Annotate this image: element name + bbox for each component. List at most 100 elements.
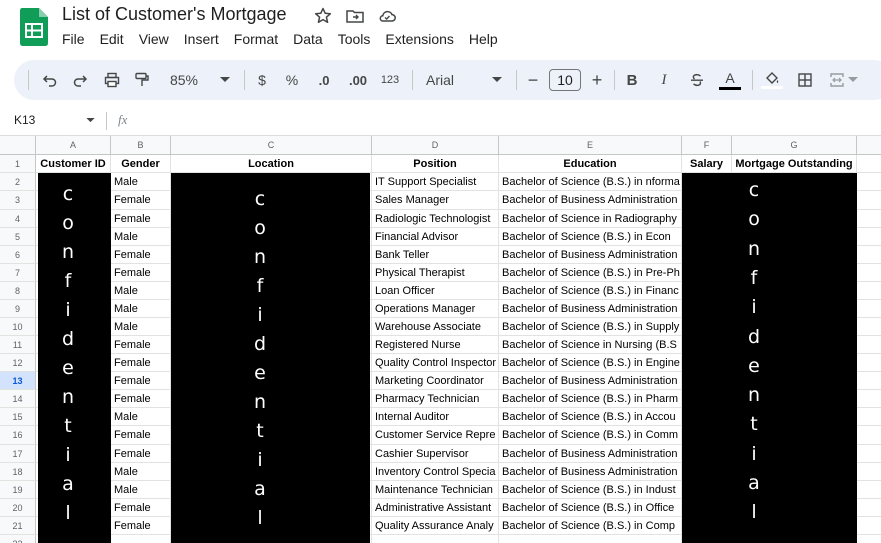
header-cell-g[interactable]: Mortgage Outstanding — [732, 155, 857, 173]
table-cell[interactable]: Male — [111, 228, 171, 246]
table-cell[interactable]: Female — [111, 372, 171, 390]
row-header-13[interactable]: 13 — [0, 372, 36, 390]
column-header-d[interactable]: D — [372, 136, 499, 155]
increase-decimal-button[interactable]: .00 — [344, 60, 372, 100]
paint-format-button[interactable] — [130, 60, 154, 100]
table-cell[interactable]: Female — [111, 246, 171, 264]
table-cell[interactable]: Male — [111, 318, 171, 336]
merge-cells-button[interactable] — [826, 60, 860, 100]
header-cell-e[interactable]: Education — [499, 155, 682, 173]
row-header-14[interactable]: 14 — [0, 390, 36, 408]
table-cell[interactable]: Bachelor of Science (B.S.) in Comp — [499, 517, 682, 535]
select-all-corner[interactable] — [0, 136, 36, 155]
undo-button[interactable] — [38, 60, 62, 100]
table-cell[interactable]: Bachelor of Science (B.S.) in Pharm — [499, 390, 682, 408]
header-cell-a[interactable]: Customer ID — [36, 155, 111, 173]
table-cell[interactable]: Quality Assurance Analy — [372, 517, 499, 535]
row-header-11[interactable]: 11 — [0, 336, 36, 354]
row-header-5[interactable]: 5 — [0, 228, 36, 246]
table-cell[interactable]: Female — [111, 264, 171, 282]
table-cell[interactable] — [857, 535, 881, 543]
table-cell[interactable]: Female — [111, 445, 171, 463]
table-cell[interactable] — [857, 264, 881, 282]
document-title[interactable]: List of Customer's Mortgage — [62, 4, 287, 25]
column-header-c[interactable]: C — [171, 136, 372, 155]
table-cell[interactable]: Female — [111, 354, 171, 372]
header-cell-f[interactable]: Salary — [682, 155, 732, 173]
table-cell[interactable] — [857, 390, 881, 408]
row-header-19[interactable]: 19 — [0, 481, 36, 499]
currency-format-button[interactable]: $ — [252, 60, 272, 100]
table-cell[interactable] — [857, 481, 881, 499]
row-header-8[interactable]: 8 — [0, 282, 36, 300]
table-cell[interactable] — [857, 408, 881, 426]
row-header-7[interactable]: 7 — [0, 264, 36, 282]
table-cell[interactable] — [857, 173, 881, 191]
cloud-saved-icon[interactable] — [377, 6, 397, 26]
name-box[interactable]: K13 — [14, 113, 96, 129]
font-dropdown-icon[interactable] — [490, 60, 504, 100]
text-color-button[interactable]: A — [718, 60, 742, 100]
decrease-font-size-button[interactable]: − — [524, 60, 542, 100]
table-cell[interactable] — [857, 354, 881, 372]
table-cell[interactable]: Quality Control Inspector — [372, 354, 499, 372]
table-cell[interactable]: Bachelor of Science (B.S.) in Supply — [499, 318, 682, 336]
table-cell[interactable]: Operations Manager — [372, 300, 499, 318]
column-header-f[interactable]: F — [682, 136, 732, 155]
move-to-folder-icon[interactable] — [345, 6, 365, 26]
table-cell[interactable]: Female — [111, 336, 171, 354]
table-cell[interactable] — [857, 318, 881, 336]
table-cell[interactable] — [857, 499, 881, 517]
table-cell[interactable]: Male — [111, 282, 171, 300]
sheets-logo-icon[interactable] — [20, 8, 48, 46]
header-cell-c[interactable]: Location — [171, 155, 372, 173]
table-cell[interactable] — [372, 535, 499, 543]
zoom-select[interactable]: 85% — [164, 60, 204, 100]
menu-tools[interactable]: Tools — [338, 31, 371, 51]
table-cell[interactable]: Bachelor of Science (B.S.) in Office — [499, 499, 682, 517]
table-cell[interactable] — [857, 282, 881, 300]
row-header-22[interactable]: 22 — [0, 535, 36, 543]
font-size-input-wrap[interactable]: 10 — [548, 60, 582, 100]
row-header-20[interactable]: 20 — [0, 499, 36, 517]
row-header-12[interactable]: 12 — [0, 354, 36, 372]
table-cell[interactable]: IT Support Specialist — [372, 173, 499, 191]
menu-format[interactable]: Format — [234, 31, 278, 51]
strikethrough-button[interactable] — [686, 60, 708, 100]
table-cell[interactable] — [857, 191, 881, 210]
table-cell[interactable]: Inventory Control Specia — [372, 463, 499, 481]
row-header-10[interactable]: 10 — [0, 318, 36, 336]
redo-button[interactable] — [68, 60, 92, 100]
table-cell[interactable] — [857, 228, 881, 246]
table-cell[interactable]: Radiologic Technologist — [372, 210, 499, 228]
table-cell[interactable]: Administrative Assistant — [372, 499, 499, 517]
table-cell[interactable]: Warehouse Associate — [372, 318, 499, 336]
borders-button[interactable] — [794, 60, 816, 100]
table-cell[interactable] — [857, 336, 881, 354]
table-cell[interactable]: Female — [111, 499, 171, 517]
star-icon[interactable] — [313, 6, 333, 26]
table-cell[interactable]: Marketing Coordinator — [372, 372, 499, 390]
row-header-2[interactable]: 2 — [0, 173, 36, 191]
table-cell[interactable] — [857, 517, 881, 535]
table-cell[interactable]: Bachelor of Business Administration — [499, 372, 682, 390]
table-cell[interactable]: Bachelor of Science (B.S.) in Pre-Ph — [499, 264, 682, 282]
table-cell[interactable]: Bachelor of Science in Radiography — [499, 210, 682, 228]
print-button[interactable] — [100, 60, 124, 100]
row-header-1[interactable]: 1 — [0, 155, 36, 173]
table-cell[interactable]: Male — [111, 173, 171, 191]
table-cell[interactable]: Bachelor of Science (B.S.) in Econ — [499, 228, 682, 246]
menu-data[interactable]: Data — [293, 31, 323, 51]
table-cell[interactable] — [857, 426, 881, 445]
table-cell[interactable]: Bachelor of Science in Nursing (B.S — [499, 336, 682, 354]
menu-insert[interactable]: Insert — [184, 31, 219, 51]
menu-view[interactable]: View — [139, 31, 169, 51]
table-cell[interactable]: Female — [111, 390, 171, 408]
table-cell[interactable]: Pharmacy Technician — [372, 390, 499, 408]
font-family-select[interactable]: Arial — [422, 60, 496, 100]
table-cell[interactable]: Female — [111, 426, 171, 445]
table-cell[interactable]: Female — [111, 210, 171, 228]
menu-file[interactable]: File — [62, 31, 85, 51]
table-cell[interactable]: Bachelor of Science (B.S.) in nforma — [499, 173, 682, 191]
table-cell[interactable] — [857, 463, 881, 481]
